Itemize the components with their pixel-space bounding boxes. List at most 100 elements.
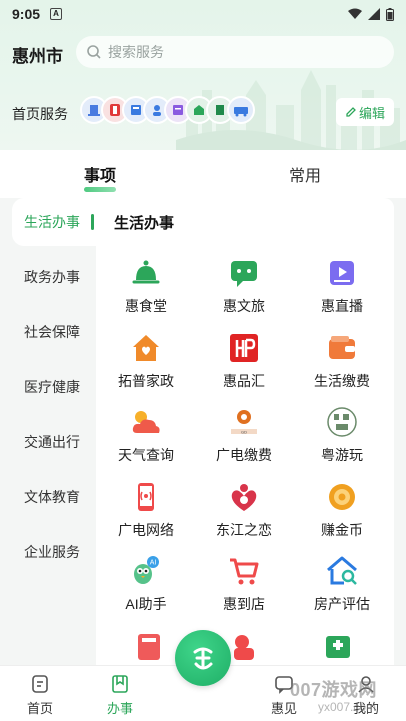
service-item-label: 惠品汇 xyxy=(223,372,265,389)
city-selector[interactable]: 惠州市 xyxy=(12,42,63,67)
service-item-label: 生活缴费 xyxy=(314,372,370,389)
search-icon xyxy=(87,45,101,59)
shopping-cart-icon xyxy=(227,554,261,588)
tab-bar: 事项 常用 xyxy=(0,150,406,198)
service-item[interactable]: 广电网络 xyxy=(100,480,192,552)
edit-button-label: 编辑 xyxy=(358,105,385,121)
sidebar-item-label: 文体教育 xyxy=(24,489,80,505)
main-panel: 生活办事 政务办事 社会保障 医疗健康 交通出行 文体教育 企业服务 生活办事 … xyxy=(0,198,406,665)
tab-common[interactable]: 常用 xyxy=(289,162,321,186)
service-item[interactable]: 生活缴费 xyxy=(296,331,388,403)
play-screen-icon xyxy=(325,256,359,290)
service-item-label: 拓普家政 xyxy=(118,372,174,389)
sidebar-item-government[interactable]: 政务办事 xyxy=(0,253,96,301)
yue-play-logo-icon xyxy=(325,405,359,439)
sidebar-item-label: 交通出行 xyxy=(24,434,80,450)
partial-row-icons xyxy=(96,628,394,665)
sidebar-item-label: 企业服务 xyxy=(24,544,80,560)
service-item[interactable]: 拓普家政 xyxy=(100,331,192,403)
wallet-icon xyxy=(325,331,359,365)
tab-common-label: 常用 xyxy=(289,168,322,185)
pencil-icon xyxy=(346,107,356,117)
service-item-label: 惠直播 xyxy=(321,298,363,314)
service-shortcut-icon[interactable] xyxy=(227,96,255,124)
bookmark-book-icon xyxy=(112,675,128,693)
sidebar-item-transport[interactable]: 交通出行 xyxy=(0,418,96,466)
house-search-icon xyxy=(325,554,359,588)
sidebar-item-medical[interactable]: 医疗健康 xyxy=(0,363,96,411)
hui-center-button[interactable] xyxy=(175,630,231,686)
status-bar: 9:05 A xyxy=(0,0,406,28)
coin-icon xyxy=(325,480,359,514)
section-title: 生活办事 xyxy=(114,215,175,232)
nav-home-label: 首页 xyxy=(26,701,53,716)
tab-matters-label: 事项 xyxy=(84,168,117,185)
house-heart-icon xyxy=(129,331,163,365)
chat-bubble-icon xyxy=(227,256,261,290)
service-item[interactable]: AI AI助手 xyxy=(100,554,192,626)
status-time: 9:05 xyxy=(12,6,41,22)
tab-matters[interactable]: 事项 xyxy=(84,162,117,192)
service-item-label: 天气查询 xyxy=(118,447,174,463)
service-item[interactable]: GD 广电缴费 xyxy=(198,405,290,477)
service-item[interactable]: 惠到店 xyxy=(198,554,290,626)
nav-home[interactable]: 首页 xyxy=(10,674,70,717)
sidebar-item-social-security[interactable]: 社会保障 xyxy=(0,308,96,356)
home-services-label: 首页服务 xyxy=(12,106,68,122)
sidebar-item-culture-education[interactable]: 文体教育 xyxy=(0,473,96,521)
sidebar-item-enterprise[interactable]: 企业服务 xyxy=(0,528,96,576)
service-content-panel: 生活办事 惠食堂 惠文旅 惠直播 拓普家政 惠品汇 生活缴费 天气查询 GD 广电缴费 粤游玩 广电… xyxy=(96,198,394,665)
service-item-label: 赚金币 xyxy=(321,521,363,538)
nav-office-label: 办事 xyxy=(106,701,133,716)
partial-service-icon xyxy=(234,635,254,660)
service-item[interactable]: 惠食堂 xyxy=(100,256,192,328)
sidebar-item-label: 生活办事 xyxy=(24,214,80,230)
edit-button[interactable]: 编辑 xyxy=(336,98,394,126)
header-banner: 9:05 A 惠州市 搜索服务 首页服务 编辑 xyxy=(0,0,406,150)
svg-text:GD: GD xyxy=(241,430,247,435)
service-item[interactable]: 天气查询 xyxy=(100,405,192,477)
sidebar-active-indicator xyxy=(91,214,94,230)
dining-bell-icon xyxy=(129,256,163,290)
broadcast-logo-icon: GD xyxy=(227,405,261,439)
service-item-label: 广电缴费 xyxy=(216,447,272,463)
sidebar-item-label: 政务办事 xyxy=(24,269,80,285)
service-item[interactable]: 东江之恋 xyxy=(198,480,290,552)
svg-text:AI: AI xyxy=(150,560,157,567)
watermark-logo: 007游戏网 xyxy=(290,680,378,700)
home-doc-icon xyxy=(32,675,48,693)
battery-icon xyxy=(386,7,394,21)
weather-icon xyxy=(129,405,163,439)
service-item[interactable]: 惠文旅 xyxy=(198,256,290,328)
notification-a-icon: A xyxy=(50,8,63,20)
phone-signal-icon xyxy=(129,480,163,514)
heart-figure-icon xyxy=(227,480,261,514)
service-item[interactable]: 赚金币 xyxy=(296,480,388,552)
search-input[interactable]: 搜索服务 xyxy=(76,36,394,68)
service-item-label: 房产评估 xyxy=(314,596,370,612)
service-item-label: AI助手 xyxy=(125,596,167,612)
sidebar-item-life[interactable]: 生活办事 xyxy=(12,198,96,246)
ai-bird-icon: AI xyxy=(129,554,163,588)
home-service-icons[interactable] xyxy=(80,96,255,126)
tab-active-indicator xyxy=(84,187,117,192)
hui-logo-icon xyxy=(193,647,213,670)
nav-office[interactable]: 办事 xyxy=(90,674,150,717)
service-item-label: 粤游玩 xyxy=(321,447,363,463)
watermark-url: yx007.com xyxy=(318,700,377,714)
service-item-label: 惠食堂 xyxy=(125,298,167,314)
service-item-label: 广电网络 xyxy=(118,521,174,538)
service-item[interactable]: 惠品汇 xyxy=(198,331,290,403)
search-placeholder: 搜索服务 xyxy=(108,44,164,60)
service-item-label: 惠文旅 xyxy=(223,298,265,314)
service-item[interactable]: 粤游玩 xyxy=(296,405,388,477)
sidebar-item-label: 社会保障 xyxy=(24,324,80,340)
partial-service-icon xyxy=(326,636,350,658)
signal-icon xyxy=(368,8,380,20)
hp-logo-icon xyxy=(227,331,261,365)
service-item[interactable]: 房产评估 xyxy=(296,554,388,626)
sidebar-item-label: 医疗健康 xyxy=(24,379,80,395)
wifi-icon xyxy=(348,8,362,19)
service-item-label: 惠到店 xyxy=(223,596,265,612)
service-item[interactable]: 惠直播 xyxy=(296,256,388,328)
